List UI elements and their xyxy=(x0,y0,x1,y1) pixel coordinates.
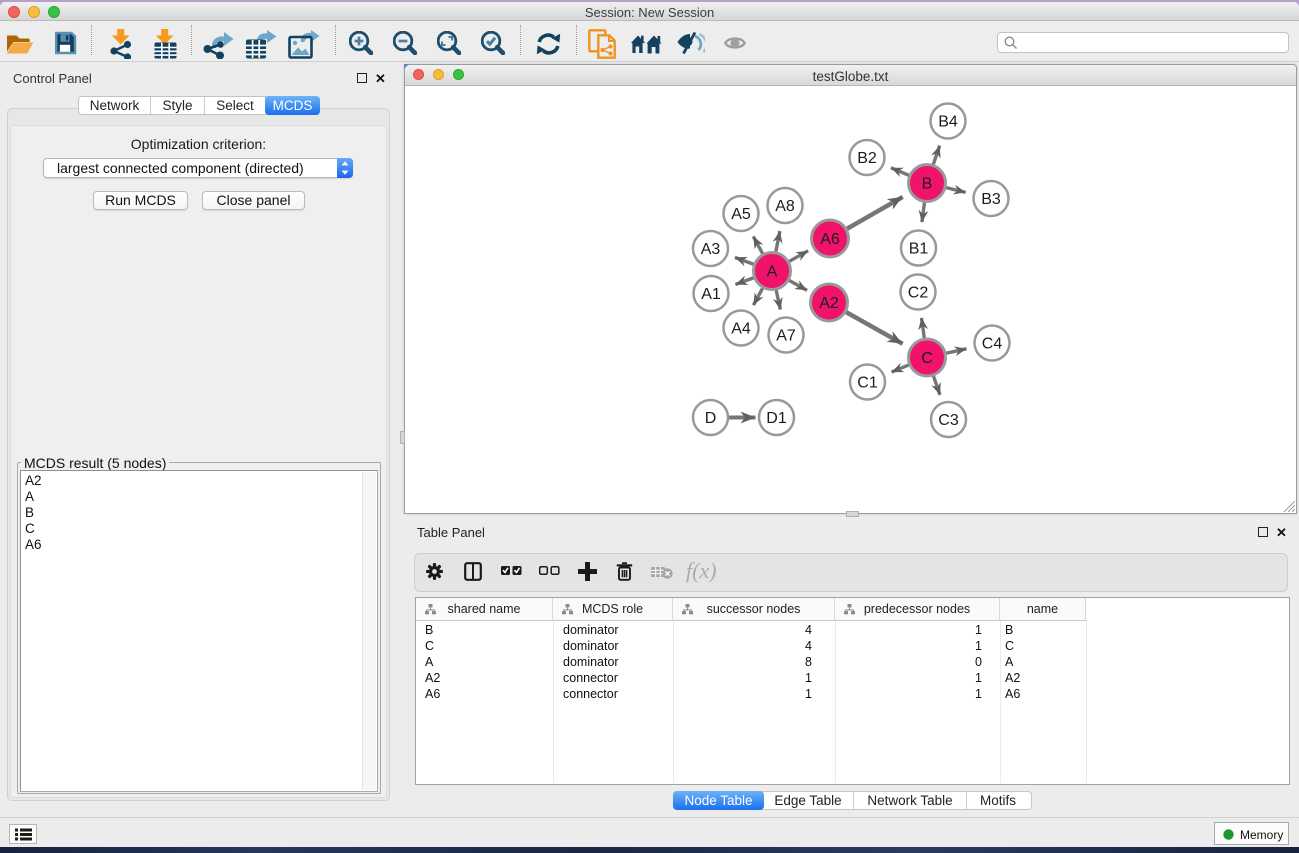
svg-text:D1: D1 xyxy=(766,410,787,427)
svg-text:A8: A8 xyxy=(775,198,795,215)
svg-text:B: B xyxy=(922,176,933,193)
svg-text:A5: A5 xyxy=(731,206,751,223)
svg-text:C1: C1 xyxy=(857,375,878,392)
svg-text:A4: A4 xyxy=(731,321,751,338)
svg-text:D: D xyxy=(705,410,717,427)
svg-text:B2: B2 xyxy=(857,150,877,167)
svg-text:B4: B4 xyxy=(938,114,958,131)
svg-text:A6: A6 xyxy=(820,231,840,248)
svg-text:B3: B3 xyxy=(981,191,1001,208)
svg-text:A1: A1 xyxy=(701,286,721,303)
svg-text:B1: B1 xyxy=(909,241,929,258)
svg-text:A2: A2 xyxy=(819,295,839,312)
svg-text:C3: C3 xyxy=(938,412,959,429)
svg-text:A3: A3 xyxy=(701,241,721,258)
svg-text:C4: C4 xyxy=(982,336,1003,353)
svg-text:C2: C2 xyxy=(908,285,929,302)
svg-text:A7: A7 xyxy=(776,328,796,345)
svg-text:C: C xyxy=(921,350,933,367)
svg-text:A: A xyxy=(767,264,778,281)
